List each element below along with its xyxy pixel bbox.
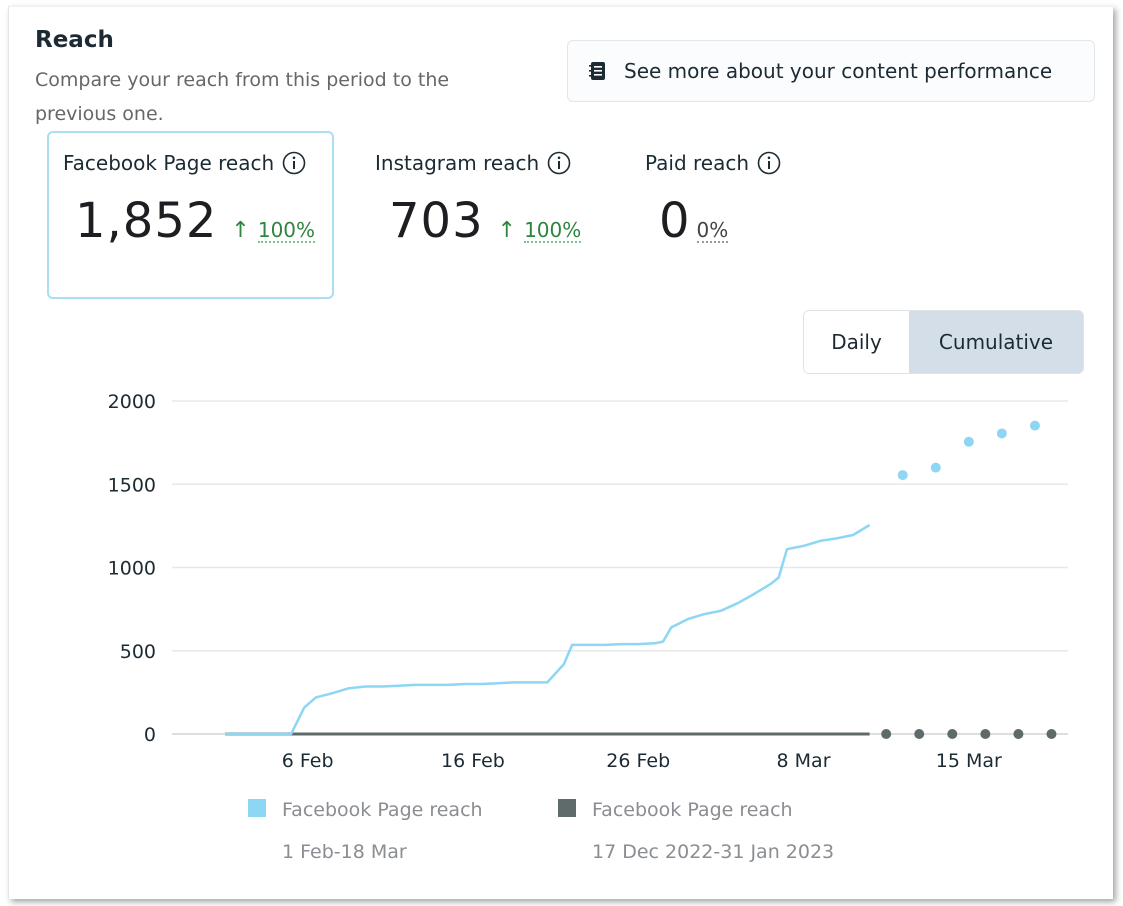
legend-swatch xyxy=(558,799,576,817)
series-point xyxy=(963,436,974,447)
series-point xyxy=(947,729,958,739)
series-point xyxy=(980,729,991,739)
y-tick-label: 2000 xyxy=(108,391,156,413)
chart-grid xyxy=(172,400,1068,735)
legend-swatch xyxy=(248,799,266,817)
chart-legend: Facebook Page reach 1 Feb-18 Mar Facebook … xyxy=(248,799,834,863)
series-point xyxy=(1029,420,1040,431)
series-point xyxy=(1013,729,1024,739)
x-axis: 6 Feb 16 Feb 26 Feb 8 Mar 15 Mar xyxy=(282,750,1002,772)
y-tick-label: 500 xyxy=(120,641,156,663)
series-point xyxy=(930,462,941,473)
legend-period: 17 Dec 2022-31 Jan 2023 xyxy=(592,841,834,863)
x-tick-label: 26 Feb xyxy=(606,750,670,772)
chart-series xyxy=(225,420,1057,739)
x-tick-label: 6 Feb xyxy=(282,750,334,772)
y-tick-label: 1000 xyxy=(108,558,156,580)
series-point xyxy=(1046,729,1057,739)
x-tick-label: 15 Mar xyxy=(936,750,1002,772)
series-point xyxy=(996,428,1007,439)
legend-period: 1 Feb-18 Mar xyxy=(282,841,407,863)
series-point xyxy=(881,729,892,739)
series-point xyxy=(897,470,908,481)
y-tick-label: 0 xyxy=(144,724,156,746)
x-tick-label: 16 Feb xyxy=(441,750,505,772)
legend-series-name: Facebook Page reach xyxy=(592,799,793,821)
series-line xyxy=(225,523,871,736)
y-tick-label: 1500 xyxy=(108,474,156,496)
y-axis: 0 500 1000 1500 2000 xyxy=(108,391,156,746)
reach-chart: 0 500 1000 1500 2000 6 Feb 16 Feb 26 Feb 8 Mar 1… xyxy=(108,391,1068,863)
series-point xyxy=(914,729,925,739)
legend-series-name: Facebook Page reach xyxy=(282,799,483,821)
x-tick-label: 8 Mar xyxy=(777,750,831,772)
